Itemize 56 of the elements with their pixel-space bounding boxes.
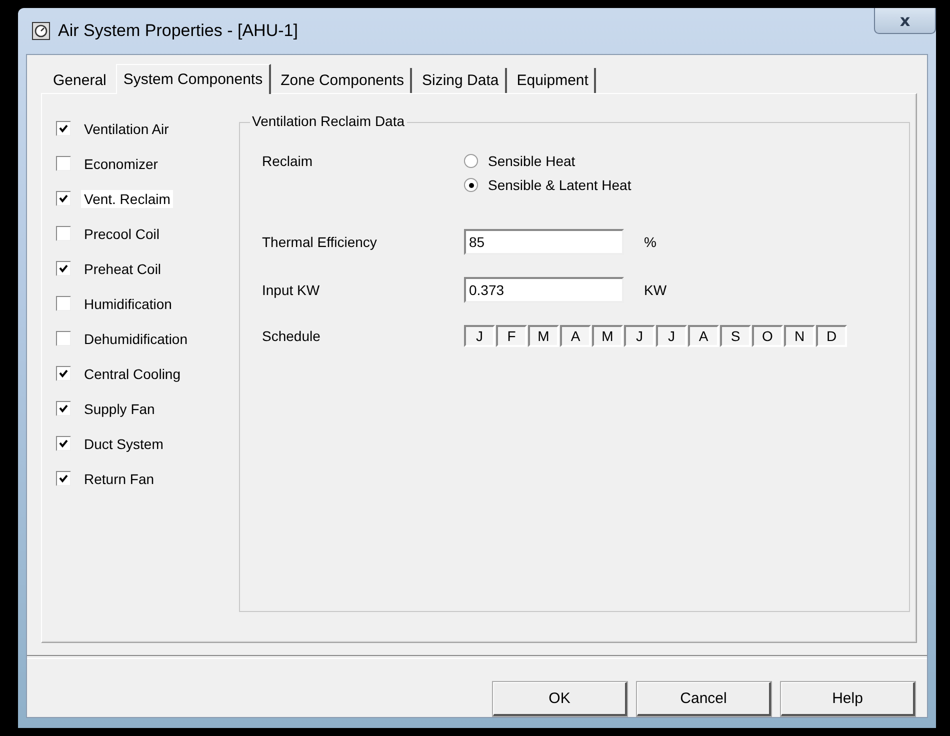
month-button[interactable]: A [688,325,719,347]
month-button[interactable]: J [656,325,687,347]
field-label: Thermal Efficiency [262,234,378,250]
month-button[interactable]: M [592,325,623,347]
checkbox[interactable] [56,436,71,451]
checkbox-label[interactable]: Supply Fan [81,400,158,418]
checkbox[interactable] [56,366,71,381]
checkbox-label[interactable]: Vent. Reclaim [81,190,174,208]
checkbox[interactable] [56,331,71,346]
checkbox-label[interactable]: Precool Coil [81,224,162,242]
checkbox[interactable] [56,121,71,136]
tab[interactable]: Sizing Data [416,68,507,93]
dialog-button[interactable]: Cancel [637,682,771,716]
tab[interactable]: General [47,68,112,93]
checkbox-label[interactable]: Humidification [81,294,175,312]
checkbox-label[interactable]: Ventilation Air [81,120,172,138]
checkbox-label[interactable]: Return Fan [81,470,158,488]
radio-option[interactable]: Sensible Heat [464,153,632,169]
checkbox[interactable] [56,401,71,416]
field-label: Reclaim [262,153,314,169]
checkbox[interactable] [56,226,71,241]
checkbox[interactable] [56,471,71,486]
month-button[interactable]: F [496,325,527,347]
tab[interactable]: System Components [116,64,271,94]
tab[interactable]: Equipment [510,68,596,93]
checkbox-label[interactable]: Central Cooling [81,364,184,382]
month-button[interactable]: J [464,325,495,347]
month-button[interactable]: N [784,325,815,347]
checkbox-label[interactable]: Economizer [81,154,161,172]
window-title: Air System Properties - [AHU-1] [58,21,298,41]
field-label: Input KW [262,282,321,298]
unit-label: % [644,234,656,250]
checkbox[interactable] [56,156,71,171]
month-button[interactable]: J [624,325,655,347]
checkbox-label[interactable]: Preheat Coil [81,260,164,278]
month-button[interactable]: S [720,325,751,347]
dialog-button[interactable]: Help [781,682,915,716]
month-button[interactable]: M [528,325,559,347]
month-button[interactable]: O [752,325,783,347]
dialog-button[interactable]: OK [493,682,627,716]
app-icon [32,22,50,40]
unit-label: KW [644,282,667,298]
checkbox[interactable] [56,261,71,276]
input-field[interactable]: 0.373 [464,277,624,303]
month-button[interactable]: D [816,325,847,347]
checkbox[interactable] [56,296,71,311]
month-button[interactable]: A [560,325,591,347]
checkbox[interactable] [56,191,71,206]
tab[interactable]: Zone Components [274,68,412,93]
close-button[interactable]: x [874,8,936,34]
group-title: Ventilation Reclaim Data [250,113,407,129]
field-label: Schedule [262,328,322,344]
checkbox-label[interactable]: Dehumidification [81,330,190,348]
checkbox-label[interactable]: Duct System [81,434,166,452]
radio-option[interactable]: Sensible & Latent Heat [464,177,632,193]
input-field[interactable]: 85 [464,229,624,255]
